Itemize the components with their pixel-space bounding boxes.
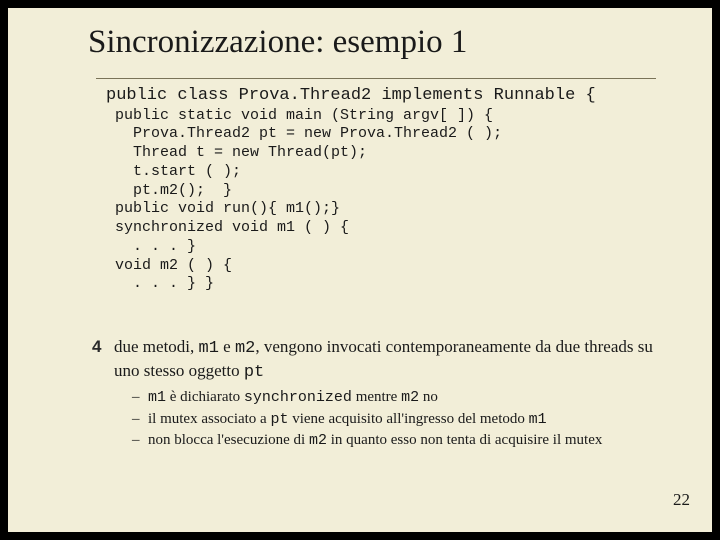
t: viene acquisito all'ingresso del metodo bbox=[288, 411, 528, 427]
bullet-text: due metodi, m1 e m2, vengono invocati co… bbox=[114, 336, 682, 384]
t: è dichiarato bbox=[166, 389, 244, 405]
t: mentre bbox=[352, 389, 401, 405]
code-inline: pt bbox=[270, 411, 288, 428]
sub-bullet: – non blocca l'esecuzione di m2 in quant… bbox=[132, 431, 672, 451]
code-line: t.start ( ); bbox=[106, 163, 596, 182]
slide: Sincronizzazione: esempio 1 public class… bbox=[8, 8, 712, 532]
sub-bullet: – m1 è dichiarato synchronized mentre m2… bbox=[132, 388, 672, 408]
code-block: public class Prova.Thread2 implements Ru… bbox=[106, 86, 596, 294]
dash-icon: – bbox=[132, 410, 148, 430]
t: due metodi, bbox=[114, 337, 199, 356]
code-inline: m1 bbox=[529, 411, 547, 428]
t: no bbox=[419, 389, 438, 405]
checkmark-icon: 4 bbox=[92, 336, 114, 357]
sub-text: il mutex associato a pt viene acquisito … bbox=[148, 410, 547, 430]
code-line: public static void main (String argv[ ])… bbox=[106, 107, 596, 126]
t: in quanto esso non tenta di acquisire il… bbox=[327, 432, 602, 448]
code-inline: m2 bbox=[401, 389, 419, 406]
code-inline: synchronized bbox=[244, 389, 352, 406]
code-line: . . . } } bbox=[106, 275, 596, 294]
code-line: public void run(){ m1();} bbox=[106, 200, 596, 219]
code-line: Thread t = new Thread(pt); bbox=[106, 144, 596, 163]
bullet-item: 4 due metodi, m1 e m2, vengono invocati … bbox=[92, 336, 682, 384]
code-inline: m2 bbox=[235, 339, 255, 358]
code-inline: m2 bbox=[309, 432, 327, 449]
sub-bullet: – il mutex associato a pt viene acquisit… bbox=[132, 410, 672, 430]
code-line: Prova.Thread2 pt = new Prova.Thread2 ( )… bbox=[106, 125, 596, 144]
code-line: public class Prova.Thread2 implements Ru… bbox=[106, 86, 596, 105]
code-line: synchronized void m1 ( ) { bbox=[106, 219, 596, 238]
page-number: 22 bbox=[673, 490, 690, 510]
sub-text: non blocca l'esecuzione di m2 in quanto … bbox=[148, 431, 602, 451]
code-inline: m1 bbox=[199, 339, 219, 358]
code-line: pt.m2(); } bbox=[106, 182, 596, 201]
slide-title: Sincronizzazione: esempio 1 bbox=[88, 24, 467, 61]
sub-bullets: – m1 è dichiarato synchronized mentre m2… bbox=[132, 388, 672, 453]
title-underline bbox=[96, 78, 656, 79]
t: e bbox=[219, 337, 235, 356]
dash-icon: – bbox=[132, 388, 148, 408]
t: il mutex associato a bbox=[148, 411, 270, 427]
dash-icon: – bbox=[132, 431, 148, 451]
code-inline: pt bbox=[244, 363, 264, 382]
code-line: . . . } bbox=[106, 238, 596, 257]
sub-text: m1 è dichiarato synchronized mentre m2 n… bbox=[148, 388, 438, 408]
t: non blocca l'esecuzione di bbox=[148, 432, 309, 448]
code-inline: m1 bbox=[148, 389, 166, 406]
code-line: void m2 ( ) { bbox=[106, 257, 596, 276]
